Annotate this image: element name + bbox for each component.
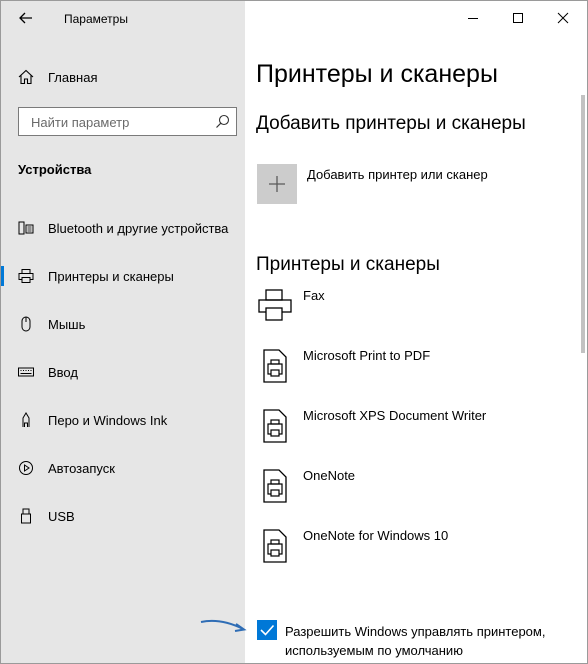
default-printer-label-line2: используемым по умолчанию [285, 643, 463, 658]
printer-item-xps[interactable]: Microsoft XPS Document Writer [257, 408, 577, 458]
minimize-button[interactable] [463, 8, 483, 28]
usb-icon [21, 508, 31, 524]
annotation-arrow-icon [200, 619, 247, 632]
scrollbar[interactable] [581, 95, 585, 353]
search-input[interactable] [29, 114, 213, 131]
autoplay-icon [19, 461, 33, 475]
sidebar-item-bluetooth[interactable]: Bluetooth и другие устройства [1, 211, 245, 245]
sidebar-item-pen[interactable]: Перо и Windows Ink [1, 403, 245, 437]
printer-item-pdf[interactable]: Microsoft Print to PDF [257, 348, 577, 398]
page-title: Принтеры и сканеры [256, 60, 498, 88]
maximize-icon [513, 13, 523, 23]
sidebar-item-usb[interactable]: USB [1, 499, 245, 533]
sidebar-item-mouse[interactable]: Мышь [1, 307, 245, 341]
sidebar-item-label: Ввод [48, 365, 78, 380]
printer-name: Microsoft Print to PDF [303, 348, 431, 363]
sidebar-item-label: Принтеры и сканеры [48, 269, 174, 284]
printer-name: Microsoft XPS Document Writer [303, 408, 487, 423]
sidebar-item-label: Мышь [48, 317, 86, 332]
fax-icon [258, 289, 292, 321]
printer-name: Fax [303, 288, 325, 303]
printer-item-onenote[interactable]: OneNote [257, 468, 577, 518]
sidebar-item-printers[interactable]: Принтеры и сканеры [1, 259, 245, 293]
close-icon [557, 12, 569, 24]
minimize-icon [468, 18, 478, 19]
plus-icon [269, 176, 285, 192]
sidebar: Параметры Главная Устройства Bluetooth и… [1, 1, 245, 663]
printer-icon [18, 269, 34, 283]
sidebar-item-autoplay[interactable]: Автозапуск [1, 451, 245, 485]
document-printer-icon [263, 529, 287, 563]
app-title: Параметры [64, 12, 128, 26]
home-icon [18, 69, 34, 85]
checkmark-icon [260, 624, 275, 636]
default-printer-checkbox[interactable] [257, 620, 277, 640]
section-title: Устройства [18, 162, 92, 177]
default-printer-label-line1: Разрешить Windows управлять принтером, [285, 624, 546, 639]
bluetooth-devices-icon [18, 221, 34, 235]
add-printer-label[interactable]: Добавить принтер или сканер [307, 167, 488, 182]
home-link[interactable]: Главная [18, 67, 97, 87]
sidebar-item-label: USB [48, 509, 75, 524]
default-printer-label[interactable]: Разрешить Windows управлять принтером, и… [285, 622, 575, 660]
printer-item-onenote-win10[interactable]: OneNote for Windows 10 [257, 528, 577, 578]
printer-name: OneNote for Windows 10 [303, 528, 449, 543]
printers-section-title: Принтеры и сканеры [256, 254, 440, 275]
sidebar-item-label: Перо и Windows Ink [48, 413, 168, 428]
sidebar-item-typing[interactable]: Ввод [1, 355, 245, 389]
document-printer-icon [263, 349, 287, 383]
add-printer-button[interactable] [257, 164, 297, 204]
close-button[interactable] [553, 8, 573, 28]
document-printer-icon [263, 409, 287, 443]
maximize-button[interactable] [508, 8, 528, 28]
back-arrow-icon [19, 12, 32, 24]
document-printer-icon [263, 469, 287, 503]
selection-indicator [1, 266, 4, 286]
pen-icon [22, 412, 30, 427]
keyboard-icon [18, 367, 34, 377]
sidebar-item-label: Автозапуск [48, 461, 115, 476]
back-button[interactable] [15, 7, 37, 29]
search-icon[interactable] [215, 114, 230, 134]
sidebar-item-label: Bluetooth и другие устройства [48, 221, 229, 236]
mouse-icon [21, 316, 31, 332]
home-label: Главная [48, 69, 98, 85]
printer-name: OneNote [303, 468, 356, 483]
search-box[interactable] [18, 107, 237, 136]
printer-item-fax[interactable]: Fax [257, 288, 577, 338]
add-section-title: Добавить принтеры и сканеры [256, 113, 526, 134]
